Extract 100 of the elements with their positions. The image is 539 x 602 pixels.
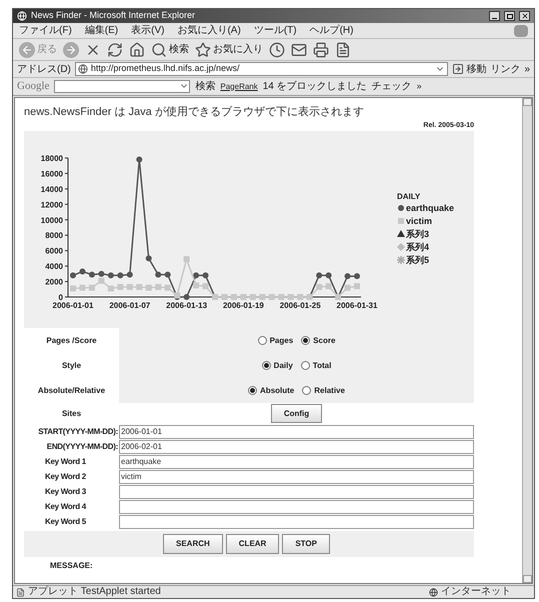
radio-button[interactable] <box>258 336 267 345</box>
data-point <box>108 286 114 292</box>
data-point <box>184 256 190 262</box>
axis-label: 2006-01-01 <box>52 301 94 310</box>
field-label: START(YYYY-MM-DD): <box>38 426 118 438</box>
search-icon <box>151 42 167 58</box>
popup-blocked-label[interactable]: 14 をブロックしました <box>262 79 367 94</box>
minimize-button[interactable] <box>489 11 500 21</box>
status-text: アプレット TestApplet started <box>28 587 162 597</box>
option-label: Pages /Score <box>46 334 97 346</box>
data-point <box>79 268 86 275</box>
text-field[interactable]: victim <box>119 470 474 484</box>
axis-label: 2006-01-31 <box>336 301 378 310</box>
menu-item[interactable]: お気に入り(A) <box>177 23 241 38</box>
action-button[interactable]: STOP <box>282 534 330 554</box>
axis-label: 0 <box>58 293 63 302</box>
mail-button[interactable] <box>291 42 307 58</box>
history-button[interactable] <box>269 42 285 58</box>
field-label: Key Word 3 <box>45 486 86 498</box>
legend-marker <box>397 230 405 237</box>
axis-label: 2006-01-25 <box>280 301 321 310</box>
data-point <box>354 283 360 290</box>
more-chevron[interactable]: » <box>524 62 530 76</box>
address-field[interactable]: http://prometheus.lhd.nifs.ac.jp/news/ <box>74 62 448 76</box>
axis-label: 2006-01-19 <box>222 301 264 310</box>
radio-button[interactable] <box>248 386 258 395</box>
radio-button[interactable] <box>301 336 310 345</box>
menu-item[interactable]: 編集(E) <box>84 23 118 38</box>
legend-label: 系列5 <box>406 255 430 265</box>
close-button[interactable] <box>519 11 530 21</box>
address-label: アドレス(D) <box>17 62 71 76</box>
links-label[interactable]: リンク <box>490 62 520 76</box>
favorites-button[interactable]: お気に入り <box>195 42 263 58</box>
data-point <box>155 284 162 290</box>
axis-label: 2006-01-07 <box>109 301 150 310</box>
text-field[interactable]: 2006-02-01 <box>119 440 474 454</box>
data-point <box>354 273 360 280</box>
data-point <box>316 284 322 290</box>
field-label: Key Word 4 <box>45 500 86 512</box>
option-label: Absolute/Relative <box>38 384 106 396</box>
go-button[interactable]: 移動 <box>452 62 486 76</box>
config-button[interactable]: Config <box>270 404 322 423</box>
close-icon <box>520 12 528 20</box>
refresh-button[interactable] <box>107 42 123 58</box>
legend-marker <box>398 205 404 211</box>
axis-label: 16000 <box>40 169 63 178</box>
data-point <box>184 294 190 300</box>
more-chevron[interactable]: » <box>416 80 422 94</box>
data-point <box>344 273 351 280</box>
search-button[interactable]: 検索 <box>151 42 189 58</box>
print-button[interactable] <box>313 42 329 58</box>
data-point <box>136 284 142 290</box>
radio-button[interactable] <box>262 361 271 370</box>
radio-label: Daily <box>274 360 293 372</box>
spell-check-button[interactable]: チェック <box>372 79 412 94</box>
data-point <box>136 156 142 163</box>
text-field[interactable] <box>119 484 474 498</box>
home-button[interactable] <box>129 42 145 58</box>
radio-label: Absolute <box>260 384 294 396</box>
internet-zone-icon <box>429 588 438 596</box>
radio-button[interactable] <box>302 386 312 395</box>
action-button[interactable]: SEARCH <box>163 534 223 554</box>
google-search-field[interactable] <box>54 80 190 93</box>
data-point <box>326 283 332 290</box>
menu-item[interactable]: ツール(T) <box>254 23 297 38</box>
data-point <box>146 255 152 262</box>
data-point <box>117 272 124 278</box>
axis-label: 10000 <box>40 216 63 225</box>
message-label: MESSAGE: <box>50 560 94 572</box>
data-point <box>344 284 351 291</box>
data-point <box>193 272 200 278</box>
menu-item[interactable]: 表示(V) <box>131 23 164 38</box>
legend-label: 系列3 <box>406 229 430 239</box>
star-icon <box>195 42 211 58</box>
data-point <box>326 272 332 278</box>
axis-label: 4000 <box>45 262 63 272</box>
text-field[interactable]: 2006-01-01 <box>119 424 474 438</box>
radio-button[interactable] <box>300 361 310 370</box>
axis-label: 6000 <box>45 246 63 256</box>
java-notice: news.NewsFinder は Java が使用できるブラウザで下に表示されます <box>24 104 365 120</box>
google-search-button[interactable]: 検索 <box>195 79 216 94</box>
sites-label: Sites <box>62 408 82 420</box>
legend-marker <box>397 243 405 251</box>
edit-button[interactable] <box>335 42 351 58</box>
maximize-button[interactable] <box>504 11 515 21</box>
action-button[interactable]: CLEAR <box>226 534 280 554</box>
data-point <box>88 284 95 291</box>
text-field[interactable]: earthquake <box>119 454 474 468</box>
menu-item[interactable]: ファイル(F) <box>19 23 72 38</box>
text-field[interactable] <box>119 500 474 514</box>
text-field[interactable] <box>119 514 474 528</box>
data-point <box>126 272 133 278</box>
data-point <box>155 272 162 278</box>
menu-item[interactable]: ヘルプ(H) <box>310 23 354 38</box>
scrollbar[interactable] <box>522 98 532 583</box>
axis-label: 18000 <box>40 154 63 163</box>
browser-icon <box>17 11 27 21</box>
data-point <box>316 272 322 278</box>
google-logo: Google <box>17 79 50 94</box>
page-icon <box>16 588 25 596</box>
